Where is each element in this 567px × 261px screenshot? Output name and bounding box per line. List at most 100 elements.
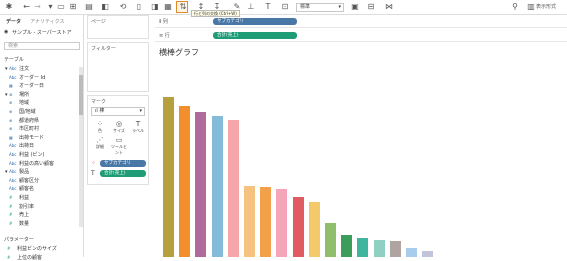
size-button[interactable]: ◎ サイズ [110, 120, 128, 134]
rows-shelf[interactable]: ≡ 行 合計(売上) [155, 29, 567, 42]
forward-arrow-icon[interactable]: → [33, 2, 42, 12]
show-me-label[interactable]: 表示形式 [536, 2, 566, 12]
field-item[interactable]: # 数量 [9, 220, 29, 227]
new-sheet-icon[interactable]: ▤ [84, 2, 94, 12]
pin-icon[interactable]: ⊥ [246, 2, 256, 12]
show-hide-cards-icon[interactable]: ▣ [350, 2, 360, 12]
measure-icon: # [9, 203, 13, 209]
field-item[interactable]: ⊕ 国/地域 [9, 108, 36, 115]
fix-axes-icon[interactable]: ⊡ [280, 2, 290, 12]
label-button[interactable]: T ラベル [129, 120, 147, 134]
bar[interactable] [308, 202, 320, 257]
rows-pill[interactable]: 合計(売上) [213, 32, 297, 39]
fit-select-value: 標準 [300, 4, 311, 10]
tooltip-button[interactable]: ▭ ツールヒント [110, 136, 128, 155]
bar[interactable] [211, 116, 223, 257]
search-input[interactable]: 検索 [4, 42, 80, 50]
field-item[interactable]: Abc オーダー Id [9, 74, 45, 81]
lightbulb-icon[interactable]: ⚲ [510, 2, 520, 12]
field-item[interactable]: Abc 出荷日 [9, 142, 34, 149]
field-label: 出荷モード [19, 134, 45, 141]
duplicate-sheet-icon[interactable]: ◧ [100, 2, 110, 12]
bar[interactable] [179, 106, 191, 257]
label-pill[interactable]: 合計(売上) [100, 170, 146, 177]
pause-icon[interactable]: ▯ [134, 2, 144, 12]
field-item[interactable]: # 利益 [9, 194, 29, 201]
color-icon: ⁘ [97, 120, 103, 128]
label-icon: T [135, 120, 141, 128]
field-group[interactable]: ▾ Abc 製品 [5, 168, 29, 175]
param-item[interactable]: # 上位の顧客 [7, 254, 42, 261]
tooltip-icon: ▭ [115, 136, 123, 144]
tab-data[interactable]: データ [6, 18, 21, 25]
present-icon[interactable]: ⊟ [366, 2, 376, 12]
field-label: 割引率 [19, 203, 35, 210]
tableau-logo-icon[interactable]: ✱ [4, 2, 14, 12]
bar[interactable] [325, 223, 336, 257]
show-me-icon[interactable]: ▥ [527, 2, 535, 12]
bar[interactable] [163, 97, 174, 257]
data-pane: データ アナリティクス ◉ サンプル - スーパーストア 検索 テーブル ▾ A… [0, 15, 84, 261]
abc-icon: Abc [9, 143, 17, 149]
field-label: 都道府県 [19, 117, 40, 124]
swap-rows-columns-button[interactable]: ⇅ [176, 1, 188, 13]
field-group[interactable]: ▾ Abc 注文 [5, 65, 29, 72]
bar[interactable] [244, 186, 255, 257]
globe-icon: ⊕ [9, 100, 13, 106]
mark-type-select[interactable]: ıl 棒 ▾ [91, 107, 145, 116]
field-label: 注文 [19, 66, 30, 72]
color-pill[interactable]: サブカテゴリ [100, 160, 146, 167]
field-label: 利益 [19, 195, 30, 201]
bar[interactable] [292, 197, 304, 257]
field-item[interactable]: ⊕ 都道府県 [9, 117, 39, 124]
detail-button[interactable]: ⋰ 詳細 [91, 136, 109, 150]
color-label: 色 [98, 128, 102, 133]
bar[interactable] [406, 248, 417, 257]
share-icon[interactable]: ⋈ [384, 2, 394, 12]
field-label: 製品 [19, 169, 30, 176]
color-button[interactable]: ⁘ 色 [91, 120, 109, 134]
field-item[interactable]: Abc 利益の高い顧客 [9, 160, 54, 167]
dropdown-arrow-icon[interactable]: ▾ [46, 2, 55, 12]
bar[interactable] [373, 240, 385, 257]
field-label: 利益の高い顧客 [19, 160, 55, 167]
measure-icon: # [9, 195, 13, 200]
field-item[interactable]: ⊕ 市区町村 [9, 125, 39, 132]
bar[interactable] [227, 120, 239, 257]
columns-pill[interactable]: サブカテゴリ [213, 18, 297, 25]
field-item[interactable]: ▦ 出荷モード [9, 134, 44, 141]
color-encoding-icon: ⁘ [91, 160, 97, 167]
scrollbar-thumb[interactable] [79, 75, 83, 115]
field-item[interactable]: Abc 顧客区分 [9, 177, 39, 184]
bar[interactable] [341, 235, 353, 257]
bar[interactable] [357, 238, 369, 257]
field-item[interactable]: ▦ オーダー日 [9, 82, 44, 89]
tab-analytics[interactable]: アナリティクス [30, 18, 64, 25]
field-item[interactable]: # 売上 [9, 211, 29, 218]
field-item[interactable]: # 割引率 [9, 203, 34, 210]
bar[interactable] [276, 189, 288, 257]
bar[interactable] [389, 241, 401, 257]
field-item[interactable]: Abc 利益 (ビン) [9, 151, 45, 158]
bar[interactable] [422, 251, 434, 257]
bar[interactable] [195, 112, 207, 257]
datasource-name[interactable]: サンプル - スーパーストア [12, 29, 72, 36]
columns-label: ⦀ 列 [159, 18, 168, 25]
param-item[interactable]: # 利益ビンのサイズ [7, 245, 57, 252]
fit-select[interactable]: 標準 ▾ [296, 3, 344, 12]
clear-sheet-icon[interactable]: ⟲ [118, 2, 128, 12]
save-icon[interactable]: ▭ [56, 2, 66, 12]
field-item[interactable]: ⊕ 地域 [9, 99, 29, 106]
field-item[interactable]: Abc 顧客名 [9, 185, 34, 192]
field-label: 顧客区分 [19, 177, 40, 184]
group-icon[interactable]: ▦ [163, 2, 173, 12]
field-label: 売上 [19, 212, 30, 219]
globe-icon: ⊕ [9, 117, 13, 123]
param-label: 上位の顧客 [17, 254, 43, 261]
bar[interactable] [260, 187, 272, 257]
highlight-icon[interactable]: ◨ [150, 2, 160, 12]
show-labels-icon[interactable]: T [263, 2, 273, 12]
back-arrow-icon[interactable]: ← [22, 2, 31, 12]
field-group[interactable]: ▾ ⊕ 場所 [5, 91, 29, 98]
add-datasource-icon[interactable]: ⊞ [68, 2, 78, 12]
